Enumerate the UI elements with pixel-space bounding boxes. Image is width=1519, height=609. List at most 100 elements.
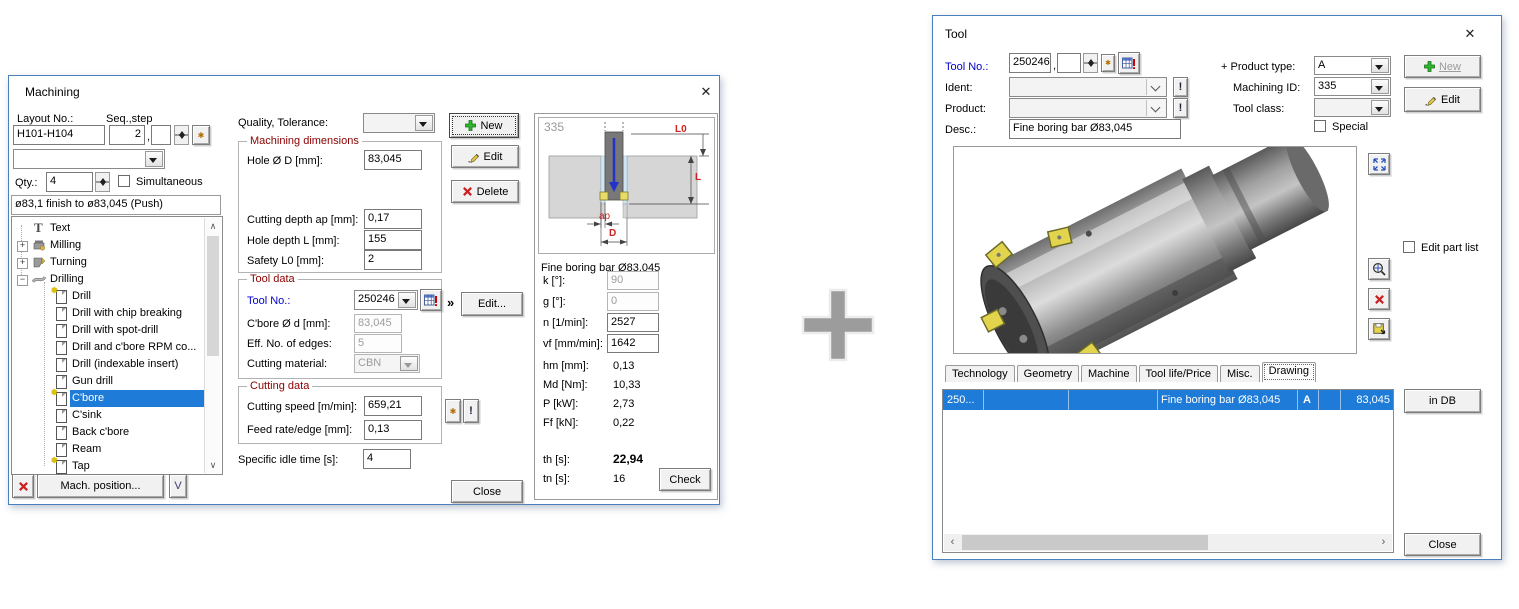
- tree-item-csink[interactable]: C'sink: [12, 407, 205, 424]
- tree-item-label[interactable]: Text: [50, 222, 70, 235]
- machining-close-icon[interactable]: ✕: [697, 83, 715, 101]
- expand-icon[interactable]: +: [17, 258, 28, 269]
- tool-no-combo[interactable]: 250246: [354, 290, 418, 310]
- dropdown-arrow-icon[interactable]: [415, 115, 433, 131]
- zoom-view-button[interactable]: [1368, 258, 1390, 280]
- save-image-button[interactable]: [1368, 318, 1390, 340]
- tab-drawing[interactable]: Drawing: [1262, 362, 1316, 382]
- tree-scrollbar[interactable]: ∧ ∨: [204, 218, 221, 473]
- delete-position-button[interactable]: [12, 474, 34, 498]
- tree-item-label[interactable]: C'bore: [72, 392, 104, 405]
- tab-misc[interactable]: Misc.: [1220, 365, 1260, 382]
- tree-item-turning[interactable]: + Turning: [12, 254, 205, 271]
- tree-item-text[interactable]: T Text: [12, 220, 205, 237]
- quality-combo[interactable]: [363, 113, 435, 133]
- tree-item-label[interactable]: Back c'bore: [72, 426, 129, 439]
- feed-rate-input[interactable]: 0,13: [364, 420, 422, 440]
- table-row-selected[interactable]: 250... Fine boring bar Ø83,045 A 83,045: [943, 390, 1393, 410]
- edit-button[interactable]: Edit: [451, 145, 519, 168]
- tree-item-label[interactable]: Turning: [50, 256, 87, 269]
- tool-close-button[interactable]: Close: [1404, 533, 1481, 556]
- safety-input[interactable]: 2: [364, 250, 422, 270]
- dropdown-arrow-icon[interactable]: [145, 151, 163, 167]
- edit-part-list-checkbox[interactable]: [1403, 241, 1415, 253]
- seq-input[interactable]: 2: [109, 125, 145, 145]
- tree-item-drill-spot[interactable]: Drill with spot-drill: [12, 322, 205, 339]
- ident-combo[interactable]: [1009, 77, 1167, 97]
- cutting-depth-input[interactable]: 0,17: [364, 209, 422, 229]
- scroll-up-icon[interactable]: ∧: [205, 218, 221, 234]
- tool-edit-button[interactable]: Edit: [1404, 87, 1481, 112]
- tree-item-label[interactable]: C'sink: [72, 409, 102, 422]
- scrollbar-thumb[interactable]: [207, 236, 219, 356]
- param-n-input[interactable]: 2527: [607, 313, 659, 332]
- star-small-button[interactable]: ✱: [445, 399, 461, 423]
- qty-spinner[interactable]: [95, 172, 110, 192]
- tab-machine[interactable]: Machine: [1081, 365, 1137, 382]
- new-button[interactable]: New: [449, 113, 519, 138]
- tree-item-label[interactable]: Drill with spot-drill: [72, 324, 158, 337]
- tool-no-spinner[interactable]: [1083, 53, 1098, 73]
- param-vf-input[interactable]: 1642: [607, 334, 659, 353]
- tree-item-cbore-selected[interactable]: C'bore: [12, 390, 205, 407]
- edit-tool-button[interactable]: Edit...: [461, 292, 523, 316]
- delete-image-button[interactable]: [1368, 288, 1390, 310]
- v-button[interactable]: V: [169, 474, 187, 498]
- chevron-down-icon[interactable]: [1146, 79, 1165, 95]
- tab-geometry[interactable]: Geometry: [1017, 365, 1079, 382]
- qty-input[interactable]: 4: [46, 172, 93, 192]
- step-input[interactable]: [151, 125, 171, 145]
- expand-icon[interactable]: +: [17, 241, 28, 252]
- layout-combo[interactable]: [13, 149, 165, 169]
- exclaim-small-button[interactable]: !: [463, 399, 479, 423]
- fit-view-button[interactable]: [1368, 153, 1390, 175]
- spinner-up-icon[interactable]: [95, 172, 110, 182]
- special-checkbox[interactable]: [1314, 120, 1326, 132]
- tree-item-label[interactable]: Ream: [72, 443, 101, 456]
- tree-item-label[interactable]: Milling: [50, 239, 81, 252]
- scrollbar-thumb[interactable]: [962, 535, 1208, 550]
- dropdown-arrow-icon[interactable]: [1371, 79, 1389, 94]
- tree-item-label[interactable]: Drill (indexable insert): [72, 358, 178, 371]
- machining-id-combo[interactable]: 335: [1314, 77, 1391, 96]
- tree-item-ream[interactable]: Ream: [12, 441, 205, 458]
- idle-time-input[interactable]: 4: [363, 449, 411, 469]
- tree-item-drill-cbore-rpm[interactable]: Drill and c'bore RPM co...: [12, 339, 205, 356]
- spinner-down-icon[interactable]: [174, 135, 189, 145]
- product-exclaim-button[interactable]: !: [1173, 98, 1188, 118]
- tree-item-label[interactable]: Drill with chip breaking: [72, 307, 182, 320]
- chevron-down-icon[interactable]: [1146, 100, 1165, 116]
- product-type-combo[interactable]: A: [1314, 56, 1391, 75]
- table-hscrollbar[interactable]: ‹ ›: [944, 534, 1392, 551]
- tree-item-back-cbore[interactable]: Back c'bore: [12, 424, 205, 441]
- hole-d-input[interactable]: 83,045: [364, 150, 422, 170]
- machining-close-button[interactable]: Close: [451, 480, 523, 503]
- simultaneous-checkbox[interactable]: [118, 175, 130, 187]
- spinner-down-icon[interactable]: [95, 182, 110, 192]
- hole-depth-input[interactable]: 155: [364, 230, 422, 250]
- tool-class-combo[interactable]: [1314, 98, 1391, 117]
- in-db-button[interactable]: in DB: [1404, 389, 1481, 413]
- product-combo[interactable]: [1009, 98, 1167, 118]
- dropdown-arrow-icon[interactable]: [1371, 58, 1389, 73]
- tool-new-button[interactable]: New: [1404, 55, 1481, 78]
- tool-no-input[interactable]: 250246: [1009, 53, 1051, 73]
- spinner-up-icon[interactable]: [174, 125, 189, 135]
- tool-list-table[interactable]: 250... Fine boring bar Ø83,045 A 83,045 …: [942, 389, 1394, 553]
- tree-item-gun-drill[interactable]: Gun drill: [12, 373, 205, 390]
- tree-item-label[interactable]: Drill and c'bore RPM co...: [72, 341, 196, 354]
- delete-button[interactable]: Delete: [451, 180, 519, 203]
- tab-technology[interactable]: Technology: [945, 365, 1015, 382]
- collapse-icon[interactable]: −: [17, 275, 28, 286]
- tree-item-label[interactable]: Drill: [72, 290, 91, 303]
- tree-item-drill-chip[interactable]: Drill with chip breaking: [12, 305, 205, 322]
- tree-item-milling[interactable]: + Milling: [12, 237, 205, 254]
- dropdown-arrow-icon[interactable]: [1371, 100, 1389, 115]
- check-button[interactable]: Check: [659, 468, 711, 491]
- seq-spinner[interactable]: [174, 125, 189, 145]
- spinner-down-icon[interactable]: [1083, 63, 1098, 73]
- layout-no-input[interactable]: H101-H104: [13, 125, 105, 145]
- seq-options-button[interactable]: ✱: [192, 125, 210, 145]
- tree-item-label[interactable]: Tap: [72, 460, 90, 473]
- scroll-left-icon[interactable]: ‹: [944, 534, 961, 551]
